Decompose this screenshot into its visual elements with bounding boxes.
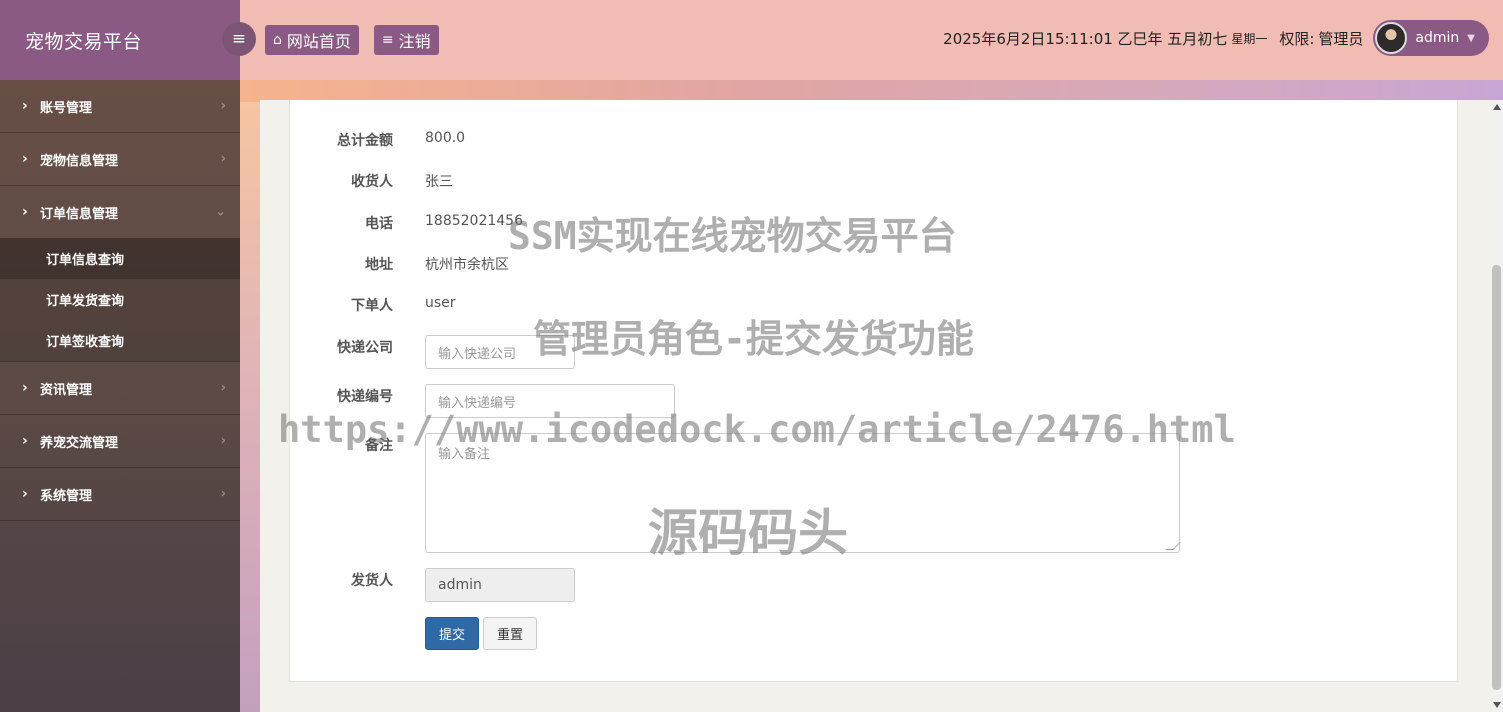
sidebar-item-label: 养宠交流管理 [40, 435, 119, 451]
datetime-text: 2025年6月2日15:11:01 乙巳年 五月初七 [943, 29, 1228, 48]
orderer-label: 下单人 [351, 298, 393, 314]
express-no-input[interactable]: 输入快递编号 [425, 384, 675, 418]
reset-button[interactable]: 重置 [483, 617, 537, 650]
weekday-text: 星期一 [1231, 31, 1268, 46]
receiver-value: 张三 [425, 174, 453, 190]
shipper-value: admin [438, 577, 482, 593]
vertical-scrollbar[interactable] [1490, 100, 1503, 712]
form-row-orderer: 下单人 user [290, 293, 1457, 323]
sidebar-subitem-order-query[interactable]: 订单信息查询 [0, 238, 240, 279]
sidebar-submenu-order: 订单信息查询 订单发货查询 订单签收查询 [0, 238, 240, 361]
form-row-receiver: 收货人 张三 [290, 169, 1457, 199]
form-row-total: 总计金额 800.0 [290, 128, 1457, 158]
shipper-input: admin [425, 568, 575, 602]
home-button[interactable]: ⌂ 网站首页 [265, 25, 359, 55]
user-menu[interactable]: admin ▼ [1373, 20, 1489, 56]
sidebar-toggle-button[interactable]: ≡ [222, 22, 256, 56]
sidebar-item-pet-info[interactable]: › 宠物信息管理 › [0, 133, 240, 185]
form-row-phone: 电话 18852021456 [290, 211, 1457, 241]
topbar: ⌂ 网站首页 ≡ 注销 2025年6月2日15:11:01 乙巳年 五月初七 星… [240, 0, 1503, 80]
chevron-right-icon: › [22, 486, 28, 502]
role-value: 管理员 [1318, 29, 1364, 48]
nav-group-account: › 账号管理 › [0, 80, 240, 133]
home-button-label: 网站首页 [286, 32, 351, 51]
role-label: 权限: [1279, 29, 1315, 48]
chevron-right-icon: › [220, 486, 226, 502]
nav-group-news: › 资讯管理 › [0, 362, 240, 415]
sidebar-item-order-info[interactable]: › 订单信息管理 ⌄ [0, 186, 240, 238]
shipping-form: 总计金额 800.0 收货人 张三 电话 18852021456 地址 杭州市余… [289, 100, 1458, 682]
sidebar-item-account[interactable]: › 账号管理 › [0, 80, 240, 132]
shipper-label: 发货人 [351, 573, 393, 589]
sidebar-subitem-order-receipt[interactable]: 订单签收查询 [0, 320, 240, 361]
sidebar-item-label: 订单信息管理 [40, 206, 119, 222]
nav-group-order: › 订单信息管理 ⌄ 订单信息查询 订单发货查询 订单签收查询 [0, 186, 240, 362]
chevron-right-icon: › [220, 151, 226, 167]
sidebar-subitem-order-shipping[interactable]: 订单发货查询 [0, 279, 240, 320]
sidebar-item-label: 账号管理 [40, 100, 93, 116]
logout-button[interactable]: ≡ 注销 [373, 25, 439, 55]
sidebar-item-label: 资讯管理 [40, 382, 93, 398]
submit-button[interactable]: 提交 [425, 617, 479, 650]
gradient-strip [240, 80, 1503, 102]
chevron-right-icon: › [220, 98, 226, 114]
caret-down-icon: ▼ [1467, 32, 1475, 44]
sidebar: 宠物交易平台 › 账号管理 › › 宠物信息管理 › › 订单信息管理 ⌄ 订单… [0, 0, 240, 712]
express-no-placeholder: 输入快递编号 [438, 395, 517, 411]
resize-handle-icon[interactable] [1165, 542, 1181, 550]
sidebar-item-label: 宠物信息管理 [40, 153, 119, 169]
scroll-up-icon[interactable] [1493, 104, 1501, 110]
scroll-down-icon[interactable] [1493, 702, 1501, 708]
topbar-right: 2025年6月2日15:11:01 乙巳年 五月初七 星期一 权限: 管理员 a… [943, 20, 1489, 56]
chevron-down-icon: ⌄ [215, 204, 226, 220]
phone-value: 18852021456 [425, 213, 523, 229]
remark-placeholder: 输入备注 [438, 447, 491, 462]
chevron-right-icon: › [22, 151, 28, 167]
express-company-placeholder: 输入快递公司 [438, 346, 517, 362]
phone-label: 电话 [365, 216, 393, 232]
logout-button-label: 注销 [398, 32, 431, 51]
express-company-label: 快递公司 [337, 340, 393, 356]
sidebar-item-label: 系统管理 [40, 488, 93, 504]
nav-group-pet: › 宠物信息管理 › [0, 133, 240, 186]
remark-textarea[interactable]: 输入备注 [425, 433, 1181, 553]
total-label: 总计金额 [337, 133, 393, 149]
receiver-label: 收货人 [351, 174, 393, 190]
avatar [1375, 22, 1408, 54]
nav-group-forum: › 养宠交流管理 › [0, 415, 240, 468]
chevron-right-icon: › [22, 98, 28, 114]
main-content: 总计金额 800.0 收货人 张三 电话 18852021456 地址 杭州市余… [260, 100, 1490, 712]
chevron-right-icon: › [22, 204, 28, 220]
remark-label: 备注 [365, 438, 393, 454]
scroll-thumb[interactable] [1492, 265, 1501, 690]
menu-icon: ≡ [381, 32, 394, 48]
app-root: 宠物交易平台 › 账号管理 › › 宠物信息管理 › › 订单信息管理 ⌄ 订单… [0, 0, 1503, 712]
username: admin [1415, 30, 1460, 46]
chevron-right-icon: › [220, 380, 226, 396]
form-row-address: 地址 杭州市余杭区 [290, 252, 1457, 282]
chevron-right-icon: › [22, 433, 28, 449]
sidebar-item-news[interactable]: › 资讯管理 › [0, 362, 240, 414]
chevron-right-icon: › [220, 433, 226, 449]
app-title: 宠物交易平台 [0, 0, 240, 80]
sidebar-item-forum[interactable]: › 养宠交流管理 › [0, 415, 240, 467]
chevron-right-icon: › [22, 380, 28, 396]
address-value: 杭州市余杭区 [425, 257, 509, 273]
orderer-value: user [425, 295, 456, 311]
nav-group-system: › 系统管理 › [0, 468, 240, 521]
home-icon: ⌂ [273, 32, 282, 48]
express-no-label: 快递编号 [337, 389, 393, 405]
express-company-input[interactable]: 输入快递公司 [425, 335, 575, 369]
total-value: 800.0 [425, 130, 466, 146]
sidebar-item-system[interactable]: › 系统管理 › [0, 468, 240, 520]
address-label: 地址 [365, 257, 393, 273]
menu-icon: ≡ [231, 29, 247, 49]
